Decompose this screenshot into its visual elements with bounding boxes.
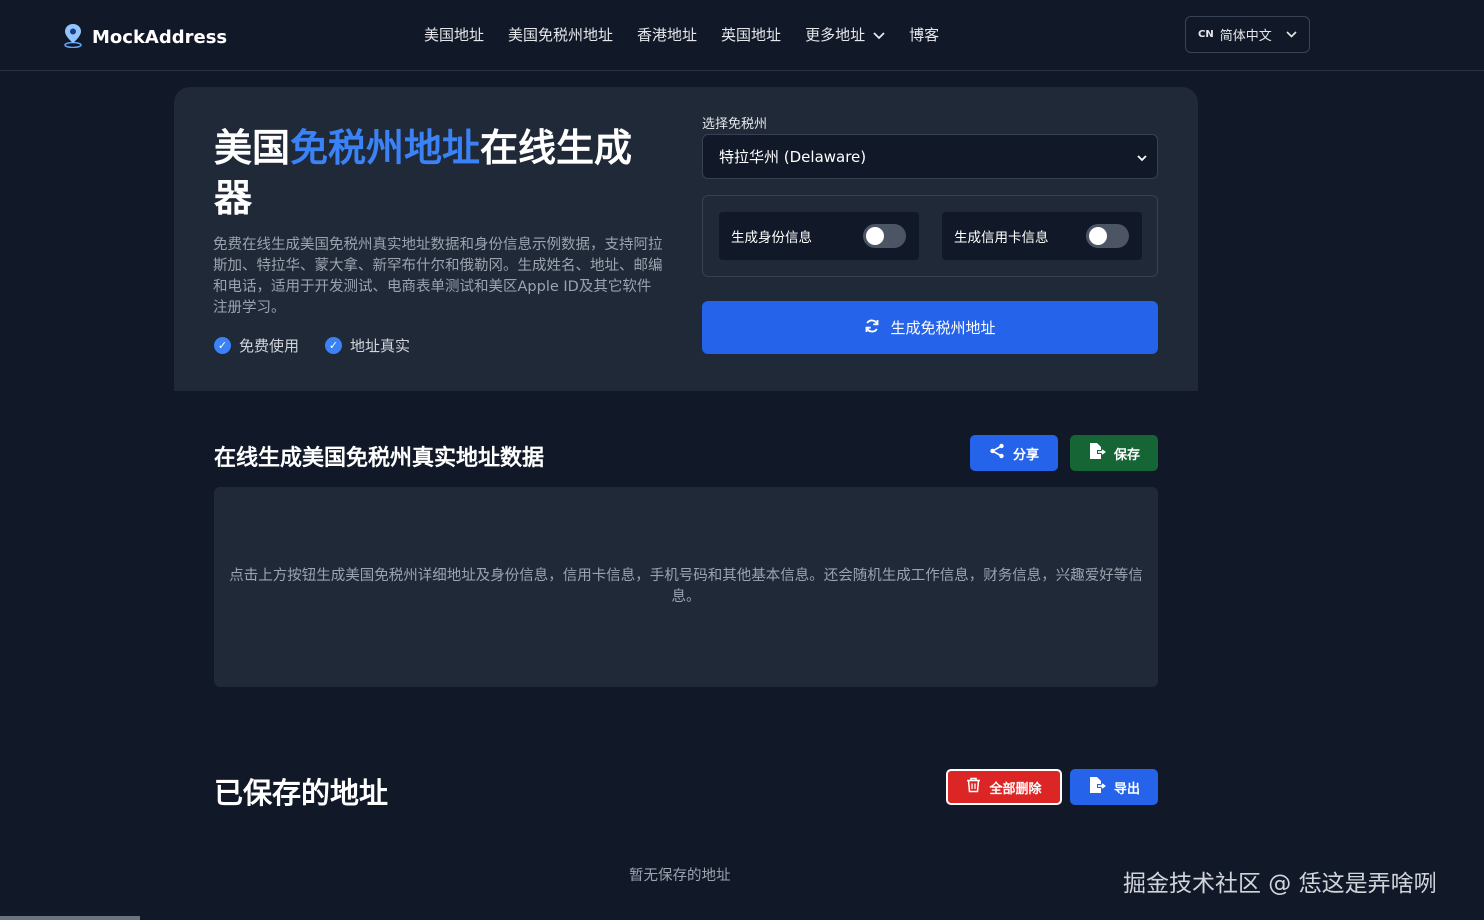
chevron-down-icon	[873, 26, 885, 44]
chevron-down-icon	[1286, 27, 1297, 42]
state-select[interactable]: 特拉华州 (Delaware)	[702, 134, 1158, 179]
nav-link-hk-address[interactable]: 香港地址	[637, 24, 697, 45]
toggle-card-label: 生成信用卡信息	[954, 230, 1049, 246]
brand-name: MockAddress	[92, 26, 228, 48]
toggle-identity-card: 生成身份信息	[719, 212, 919, 260]
title-part-1: 美国	[214, 126, 291, 170]
result-placeholder: 点击上方按钮生成美国免税州详细地址及身份信息，信用卡信息，手机号码和其他基本信息…	[229, 568, 1143, 605]
state-selected-value: 特拉华州 (Delaware)	[719, 148, 867, 166]
trash-icon	[966, 777, 981, 797]
nav-link-uk-address[interactable]: 英国地址	[721, 24, 781, 45]
delete-all-button-label: 全部删除	[989, 781, 1042, 797]
file-export-icon	[1088, 442, 1106, 464]
check-circle-icon: ✓	[325, 337, 343, 354]
feature-item: ✓ 免费使用	[214, 335, 299, 356]
page-title: 美国免税州地址在线生成器	[214, 123, 664, 223]
results-title: 在线生成美国免税州真实地址数据	[214, 446, 545, 471]
check-circle-icon: ✓	[214, 337, 231, 354]
nav-link-more-label: 更多地址	[805, 26, 866, 44]
feature-list: ✓ 免费使用 ✓ 地址真实	[214, 335, 410, 356]
result-panel: 点击上方按钮生成美国免税州详细地址及身份信息，信用卡信息，手机号码和其他基本信息…	[214, 487, 1158, 687]
language-selector[interactable]: CN 简体中文	[1185, 16, 1310, 53]
toggle-card-switch[interactable]	[1086, 224, 1129, 248]
share-icon	[989, 443, 1005, 463]
generate-button-label: 生成免税州地址	[890, 319, 996, 337]
main-nav: 美国地址 美国免税州地址 香港地址 英国地址 更多地址 博客	[424, 24, 939, 45]
nav-link-us-tax-free-address[interactable]: 美国免税州地址	[508, 24, 613, 45]
share-button[interactable]: 分享	[970, 435, 1058, 471]
chevron-down-icon	[1137, 148, 1147, 166]
toggle-identity-label: 生成身份信息	[731, 230, 812, 246]
export-button[interactable]: 导出	[1070, 769, 1158, 805]
share-button-label: 分享	[1012, 447, 1039, 463]
nav-link-more-addresses[interactable]: 更多地址	[805, 24, 885, 45]
save-button-label: 保存	[1113, 447, 1140, 463]
delete-all-button[interactable]: 全部删除	[946, 769, 1062, 805]
language-label: 简体中文	[1219, 29, 1272, 44]
state-select-label: 选择免税州	[702, 117, 768, 132]
generate-button[interactable]: 生成免税州地址	[702, 301, 1158, 354]
title-accent: 免税州地址	[290, 126, 481, 170]
file-export-icon	[1088, 776, 1106, 798]
feature-item: ✓ 地址真实	[325, 335, 410, 356]
saved-title: 已保存的地址	[214, 776, 389, 810]
feature-label: 免费使用	[239, 337, 300, 355]
hero-description: 免费在线生成美国免税州真实地址数据和身份信息示例数据，支持阿拉斯加、特拉华、蒙大…	[213, 237, 663, 316]
switch-knob	[1089, 227, 1107, 245]
map-pin-icon	[62, 22, 84, 52]
watermark: 掘金技术社区 @ 恁这是弄啥咧	[1123, 871, 1437, 897]
toggle-card-card: 生成信用卡信息	[942, 212, 1142, 260]
nav-link-us-address[interactable]: 美国地址	[424, 24, 484, 45]
options-panel: 生成身份信息 生成信用卡信息	[702, 195, 1158, 277]
feature-label: 地址真实	[350, 337, 411, 355]
language-code: CN	[1198, 29, 1214, 40]
toggle-identity-switch[interactable]	[863, 224, 906, 248]
saved-empty-text: 暂无保存的地址	[629, 868, 731, 884]
switch-knob	[866, 227, 884, 245]
export-button-label: 导出	[1113, 781, 1140, 797]
save-button[interactable]: 保存	[1070, 435, 1158, 471]
top-navbar: MockAddress 美国地址 美国免税州地址 香港地址 英国地址 更多地址 …	[0, 0, 1484, 71]
nav-link-blog[interactable]: 博客	[909, 24, 939, 45]
bottom-scroll-indicator	[0, 916, 140, 920]
refresh-icon	[864, 318, 880, 338]
brand-logo[interactable]: MockAddress	[62, 22, 227, 52]
hero-card: 美国免税州地址在线生成器 免费在线生成美国免税州真实地址数据和身份信息示例数据，…	[174, 87, 1198, 391]
